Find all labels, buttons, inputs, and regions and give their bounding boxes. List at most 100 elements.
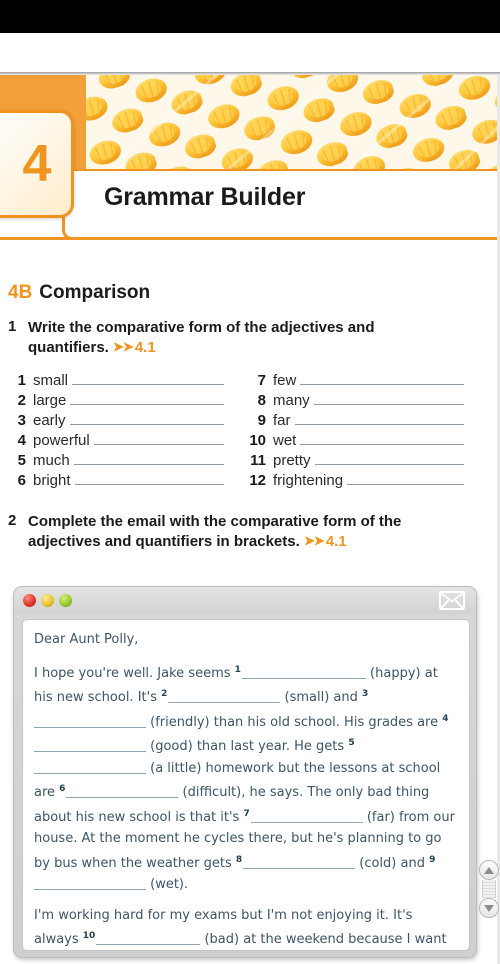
blank-number-9: 9 — [429, 854, 436, 865]
envelope-icon — [439, 591, 465, 610]
minimize-dot[interactable] — [41, 594, 54, 607]
answer-item-11[interactable]: 11 pretty — [240, 451, 480, 470]
blank-field-4[interactable] — [34, 739, 146, 752]
blank-field-8[interactable] — [243, 856, 356, 869]
double-arrow-right-icon: ➤➤ — [113, 338, 134, 354]
answer-index: 1 — [17, 372, 26, 389]
window-dots — [23, 594, 72, 607]
answer-blank-line[interactable] — [74, 472, 224, 485]
answer-blank-line[interactable] — [93, 432, 224, 445]
exercise-1: 1 Write the comparative form of the adje… — [0, 318, 500, 357]
blank-field-7[interactable] — [250, 810, 363, 823]
answer-item-1[interactable]: 1 small — [0, 371, 240, 390]
email-salutation: Dear Aunt Polly, — [34, 632, 139, 647]
answer-index: 8 — [257, 392, 266, 409]
blank-number-7: 7 — [243, 808, 250, 819]
exercise-2-reference-number: 4.1 — [325, 532, 347, 550]
answer-word: powerful — [33, 432, 90, 449]
chapter-number: 4 — [22, 135, 52, 193]
answer-word: pretty — [273, 452, 311, 469]
answer-blank-line[interactable] — [72, 372, 224, 385]
answer-blank-line[interactable] — [347, 472, 464, 485]
triangle-up-icon — [484, 866, 494, 874]
blank-number-8: 8 — [235, 854, 243, 865]
triangle-down-icon — [484, 904, 494, 912]
answer-item-4[interactable]: 4 powerful — [0, 431, 240, 450]
blank-number-10: 10 — [82, 931, 96, 941]
answer-blank-line[interactable] — [294, 412, 464, 425]
blank-number-5: 5 — [348, 738, 355, 748]
answer-blank-line[interactable] — [73, 452, 224, 465]
scroll-track[interactable] — [482, 880, 496, 898]
answer-list: 1 small 7 few 2 large 8 many 3 early 9 f… — [0, 371, 500, 490]
content-area: 4B Comparison 1 Write the comparative for… — [0, 240, 500, 551]
answer-item-9[interactable]: 9 far — [240, 411, 480, 430]
answer-word: wet — [273, 432, 297, 449]
answer-index: 12 — [249, 472, 266, 489]
email-window: Dear Aunt Polly, I hope you're well. Jak… — [13, 586, 477, 958]
blank-field-9[interactable] — [34, 877, 146, 890]
email-body: Dear Aunt Polly, I hope you're well. Jak… — [22, 619, 470, 951]
blank-field-5[interactable] — [34, 761, 146, 774]
answer-blank-line[interactable] — [69, 412, 224, 425]
blank-number-2: 2 — [161, 689, 168, 699]
exercise-2-instruction: Complete the email with the comparative … — [28, 512, 440, 551]
answer-index: 3 — [17, 412, 26, 429]
blank-field-6[interactable] — [66, 785, 179, 798]
scroll-widget[interactable] — [479, 860, 499, 938]
answer-blank-line[interactable] — [70, 392, 224, 405]
answer-blank-line[interactable] — [313, 392, 464, 405]
blank-number-6: 6 — [59, 784, 66, 794]
answer-item-8[interactable]: 8 many — [240, 391, 480, 410]
answer-item-2[interactable]: 2 large — [0, 391, 240, 410]
answer-index: 4 — [17, 432, 26, 449]
answer-word: few — [273, 372, 297, 389]
blank-field-3[interactable] — [34, 715, 146, 728]
top-black-bar — [0, 0, 500, 33]
answer-word: bright — [33, 472, 71, 489]
scroll-up-button[interactable] — [479, 860, 499, 880]
blank-field-10[interactable] — [96, 932, 201, 945]
answer-blank-line[interactable] — [300, 372, 464, 385]
answer-word: early — [33, 412, 66, 429]
blank-number-4: 4 — [442, 713, 449, 724]
answer-index: 2 — [17, 392, 26, 409]
answer-blank-line[interactable] — [314, 452, 464, 465]
text-seg: (friendly) than his old school. His grad… — [146, 714, 443, 730]
page-root: Grammar Builder 4 4B Comparison 1 Write t… — [0, 0, 500, 964]
section-heading: 4B Comparison — [8, 282, 500, 304]
answer-blank-line[interactable] — [300, 432, 464, 445]
answer-index: 6 — [17, 472, 26, 489]
answer-index: 5 — [17, 452, 26, 469]
answer-index: 7 — [257, 372, 266, 389]
text-seg: (good) than last year. He gets — [146, 739, 349, 754]
email-paragraph-1: I hope you're well. Jake seems 1 (happy)… — [34, 660, 458, 896]
close-dot[interactable] — [23, 594, 36, 607]
exercise-2-reference[interactable]: ➤➤ 4.1 — [304, 533, 347, 550]
exercise-2-number: 2 — [8, 512, 17, 529]
answer-item-6[interactable]: 6 bright — [0, 471, 240, 490]
blank-number-3: 3 — [362, 689, 369, 699]
answer-item-3[interactable]: 3 early — [0, 411, 240, 430]
zoom-dot[interactable] — [59, 594, 72, 607]
answer-index: 9 — [257, 412, 266, 429]
answer-item-5[interactable]: 5 much — [0, 451, 240, 470]
answer-word: large — [33, 392, 67, 409]
exercise-1-reference-number: 4.1 — [134, 338, 156, 356]
email-titlebar — [14, 587, 476, 614]
exercise-1-reference[interactable]: ➤➤ 4.1 — [113, 339, 156, 356]
exercise-1-instruction-text: Write the comparative form of the adject… — [28, 319, 375, 356]
email-paragraph-2: I'm working hard for my exams but I'm no… — [34, 905, 458, 951]
answer-word: small — [33, 372, 69, 389]
exercise-1-instruction: Write the comparative form of the adject… — [28, 318, 440, 357]
answer-item-10[interactable]: 10 wet — [240, 431, 480, 450]
blank-field-1[interactable] — [241, 666, 366, 679]
text-seg: (cold) and — [355, 855, 430, 871]
top-white-gap — [0, 33, 500, 72]
answer-item-12[interactable]: 12 frightening — [240, 471, 480, 490]
scroll-down-button[interactable] — [479, 898, 499, 918]
answer-item-7[interactable]: 7 few — [240, 371, 480, 390]
double-arrow-right-icon: ➤➤ — [303, 532, 325, 548]
blank-field-2[interactable] — [168, 690, 281, 703]
section-title: Comparison — [39, 282, 151, 303]
